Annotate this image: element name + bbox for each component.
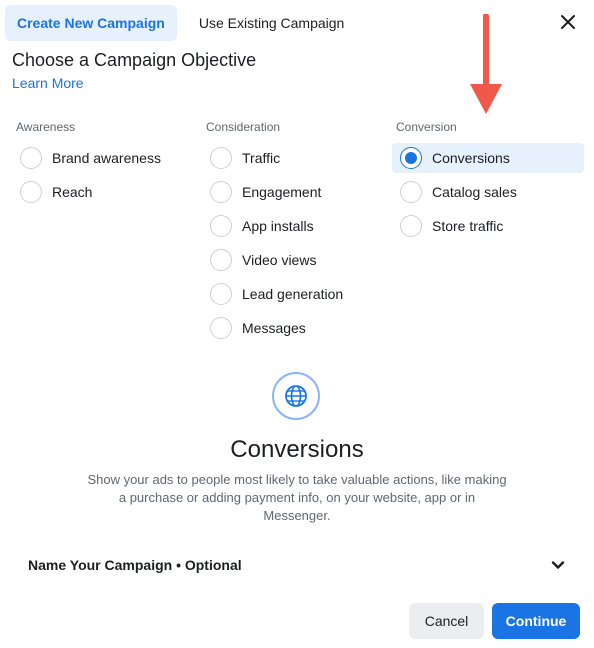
option-label: Store traffic	[432, 218, 504, 234]
option-label: Conversions	[432, 150, 510, 166]
radio-button[interactable]	[210, 283, 232, 305]
radio-button[interactable]	[210, 317, 232, 339]
option-label: App installs	[242, 218, 314, 234]
column-title: Awareness	[16, 120, 76, 134]
option-traffic[interactable]: Traffic	[202, 143, 382, 173]
option-catalog-sales[interactable]: Catalog sales	[392, 177, 572, 207]
option-label: Catalog sales	[432, 184, 517, 200]
radio-button-selected[interactable]	[400, 147, 422, 169]
option-label: Traffic	[242, 150, 281, 166]
learn-more-link[interactable]: Learn More	[12, 75, 84, 91]
radio-button[interactable]	[210, 147, 232, 169]
objective-title: Conversions	[230, 436, 364, 463]
column-title: Conversion	[396, 120, 457, 134]
cancel-button[interactable]: Cancel	[409, 603, 484, 639]
globe-icon	[272, 372, 320, 420]
objective-column-consideration: Consideration Traffic Engagement App ins…	[202, 118, 382, 347]
objective-description: Show your ads to people most likely to t…	[87, 472, 507, 523]
radio-button[interactable]	[210, 215, 232, 237]
column-title: Consideration	[206, 120, 281, 134]
page-title: Choose a Campaign Objective	[12, 50, 257, 70]
option-label: Reach	[52, 184, 93, 200]
close-icon[interactable]	[558, 12, 578, 32]
name-campaign-toggle[interactable]: Name Your Campaign • Optional	[28, 554, 566, 576]
option-store-traffic[interactable]: Store traffic	[392, 211, 572, 241]
radio-dot	[405, 152, 417, 164]
option-reach[interactable]: Reach	[12, 177, 192, 207]
option-lead-generation[interactable]: Lead generation	[202, 279, 382, 309]
option-brand-awareness[interactable]: Brand awareness	[12, 143, 192, 173]
campaign-tabs: Create New Campaign Use Existing Campaig…	[5, 5, 356, 41]
option-label: Messages	[242, 320, 306, 336]
option-conversions[interactable]: Conversions	[392, 143, 584, 173]
option-label: Engagement	[242, 184, 322, 200]
continue-button[interactable]: Continue	[492, 603, 580, 639]
radio-button[interactable]	[400, 215, 422, 237]
radio-button[interactable]	[210, 181, 232, 203]
chevron-down-icon	[551, 561, 565, 569]
option-label: Brand awareness	[52, 150, 161, 166]
tab-create-new-campaign[interactable]: Create New Campaign	[5, 5, 177, 41]
option-messages[interactable]: Messages	[202, 313, 382, 343]
radio-button[interactable]	[20, 181, 42, 203]
tab-use-existing-campaign[interactable]: Use Existing Campaign	[187, 5, 357, 41]
objective-column-awareness: Awareness Brand awareness Reach	[12, 118, 192, 211]
name-campaign-label: Name Your Campaign • Optional	[28, 557, 242, 573]
objective-column-conversion: Conversion Conversions Catalog sales Sto…	[392, 118, 584, 245]
annotation-arrow-icon	[470, 14, 502, 114]
radio-button[interactable]	[210, 249, 232, 271]
option-video-views[interactable]: Video views	[202, 245, 382, 275]
option-app-installs[interactable]: App installs	[202, 211, 382, 241]
radio-button[interactable]	[20, 147, 42, 169]
option-engagement[interactable]: Engagement	[202, 177, 382, 207]
option-label: Lead generation	[242, 286, 344, 302]
option-label: Video views	[242, 252, 317, 268]
radio-button[interactable]	[400, 181, 422, 203]
